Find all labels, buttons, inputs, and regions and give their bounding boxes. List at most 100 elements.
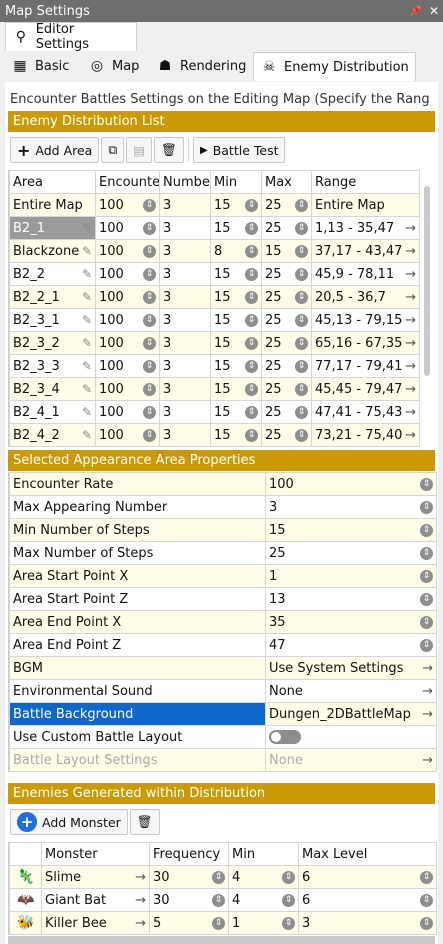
area-cell[interactable]: Entire Map — [9, 193, 96, 217]
property-row[interactable]: Battle Background Dungen_2DBattleMap → — [9, 702, 437, 726]
spin-icon[interactable]: ⇕ — [245, 290, 258, 304]
arrow-right-icon[interactable]: → — [405, 290, 416, 305]
value-cell[interactable]: 3 ⇕ — [298, 911, 437, 935]
table-row[interactable]: B2_4_1 ✎ 100 ⇕ 3 15 ⇕ 25 ⇕ 47,41 - 75,43 → — [9, 400, 420, 424]
value-cell[interactable]: 3 — [159, 285, 211, 309]
value-cell[interactable]: 15 ⇕ — [261, 239, 312, 263]
property-value-cell[interactable]: 47 ⇕ — [265, 633, 437, 657]
value-cell[interactable]: 25 ⇕ — [261, 400, 312, 424]
pencil-icon[interactable]: ✎ — [82, 244, 92, 258]
property-value-cell[interactable]: Dungen_2DBattleMap → — [265, 702, 437, 726]
column-header[interactable]: Area — [9, 170, 96, 194]
spin-icon[interactable]: ⇕ — [143, 290, 156, 304]
spin-icon[interactable]: ⇕ — [295, 198, 308, 212]
battle-test-button[interactable]: ▶ Battle Test — [192, 137, 286, 163]
tab-rendering[interactable]: ☗ Rendering — [150, 52, 253, 80]
value-cell[interactable]: 25 ⇕ — [261, 377, 312, 401]
area-cell[interactable]: B2_3_3 ✎ — [9, 354, 96, 378]
pencil-icon[interactable]: ✎ — [82, 382, 92, 396]
value-cell[interactable]: 15 ⇕ — [210, 262, 262, 286]
spin-icon[interactable]: ⇕ — [295, 359, 308, 373]
property-value-cell[interactable]: 1 ⇕ — [265, 564, 437, 588]
area-cell[interactable]: B2_4_1 ✎ — [9, 400, 96, 424]
spin-icon[interactable]: ⇕ — [420, 916, 433, 930]
property-row[interactable]: Max Appearing Number 3 ⇕ — [9, 495, 437, 519]
property-row[interactable]: Area End Point X 35 ⇕ — [9, 610, 437, 634]
add-monster-button[interactable]: + Add Monster — [10, 809, 128, 835]
value-cell[interactable]: 3 — [159, 193, 211, 217]
arrow-right-icon[interactable]: → — [405, 428, 416, 443]
column-header[interactable]: Monster — [41, 842, 150, 866]
spin-icon[interactable]: ⇕ — [245, 405, 258, 419]
spin-icon[interactable]: ⇕ — [420, 523, 433, 537]
spin-icon[interactable]: ⇕ — [295, 336, 308, 350]
delete-monster-button[interactable]: 🗑 — [129, 809, 160, 835]
value-cell[interactable]: 100 ⇕ — [95, 308, 160, 332]
arrow-right-icon[interactable]: → — [135, 893, 146, 908]
column-header[interactable]: Max Level — [298, 842, 437, 866]
spin-icon[interactable]: ⇕ — [245, 336, 258, 350]
value-cell[interactable]: 8 ⇕ — [210, 239, 262, 263]
value-cell[interactable]: 15 ⇕ — [210, 354, 262, 378]
range-cell[interactable]: 20,5 - 36,7 → — [311, 285, 420, 309]
tab-enemy-distribution[interactable]: ☠ Enemy Distribution — [253, 52, 416, 81]
value-cell[interactable]: 3 — [159, 423, 211, 447]
pencil-icon[interactable]: ✎ — [82, 290, 92, 304]
value-cell[interactable]: 15 ⇕ — [210, 331, 262, 355]
spin-icon[interactable]: ⇕ — [143, 198, 156, 212]
paste-button[interactable]: ▤ — [126, 137, 153, 163]
monster-name-cell[interactable]: Killer Bee → — [41, 911, 150, 935]
spin-icon[interactable]: ⇕ — [420, 500, 433, 514]
value-cell[interactable]: 30 ⇕ — [149, 865, 229, 889]
spin-icon[interactable]: ⇕ — [245, 428, 258, 442]
value-cell[interactable]: 25 ⇕ — [261, 423, 312, 447]
tab-basic[interactable]: ▦ Basic — [5, 52, 76, 80]
toggle-switch[interactable] — [269, 730, 301, 744]
arrow-right-icon[interactable]: → — [405, 244, 416, 259]
spin-icon[interactable]: ⇕ — [282, 916, 295, 930]
value-cell[interactable]: 6 ⇕ — [298, 888, 437, 912]
spin-icon[interactable]: ⇕ — [295, 313, 308, 327]
value-cell[interactable]: 15 ⇕ — [210, 423, 262, 447]
value-cell[interactable]: 3 — [159, 354, 211, 378]
value-cell[interactable]: 15 ⇕ — [210, 285, 262, 309]
table-row[interactable]: B2_3_2 ✎ 100 ⇕ 3 15 ⇕ 25 ⇕ 65,16 - 67,35 → — [9, 331, 420, 355]
property-row[interactable]: Battle Layout Settings None → — [9, 748, 437, 772]
table-row[interactable]: Blackzone ✎ 100 ⇕ 3 8 ⇕ 15 ⇕ 37,17 - 43,47 → — [9, 239, 420, 263]
table-row[interactable]: B2_3_3 ✎ 100 ⇕ 3 15 ⇕ 25 ⇕ 77,17 - 79,41 → — [9, 354, 420, 378]
property-value-cell[interactable]: Use System Settings → — [265, 656, 437, 680]
property-value-cell[interactable]: 15 ⇕ — [265, 518, 437, 542]
table-row[interactable]: B2_3_4 ✎ 100 ⇕ 3 15 ⇕ 25 ⇕ 45,45 - 79,47 → — [9, 377, 420, 401]
area-cell[interactable]: B2_3_1 ✎ — [9, 308, 96, 332]
spin-icon[interactable]: ⇕ — [420, 592, 433, 606]
value-cell[interactable]: 100 ⇕ — [95, 423, 160, 447]
value-cell[interactable]: 1 ⇕ — [228, 911, 299, 935]
tab-editor-settings[interactable]: ⚲ Editor Settings — [5, 22, 137, 52]
tab-map[interactable]: ◎ Map — [82, 52, 146, 80]
property-value-cell[interactable] — [265, 725, 437, 749]
property-value-cell[interactable]: None → — [265, 679, 437, 703]
value-cell[interactable]: 3 — [159, 331, 211, 355]
range-cell[interactable]: 45,13 - 79,15 → — [311, 308, 420, 332]
spin-icon[interactable]: ⇕ — [295, 267, 308, 281]
value-cell[interactable]: 25 ⇕ — [261, 216, 312, 240]
value-cell[interactable]: 25 ⇕ — [261, 308, 312, 332]
area-cell[interactable]: B2_3_2 ✎ — [9, 331, 96, 355]
value-cell[interactable]: 3 — [159, 400, 211, 424]
property-value-cell[interactable]: 3 ⇕ — [265, 495, 437, 519]
property-row[interactable]: Area Start Point Z 13 ⇕ — [9, 587, 437, 611]
table-row[interactable]: B2_3_1 ✎ 100 ⇕ 3 15 ⇕ 25 ⇕ 45,13 - 79,15 → — [9, 308, 420, 332]
value-cell[interactable]: 100 ⇕ — [95, 354, 160, 378]
property-row[interactable]: Encounter Rate 100 ⇕ — [9, 472, 437, 496]
arrow-right-icon[interactable]: → — [405, 313, 416, 328]
pencil-icon[interactable]: ✎ — [82, 313, 92, 327]
property-row[interactable]: Min Number of Steps 15 ⇕ — [9, 518, 437, 542]
spin-icon[interactable]: ⇕ — [143, 336, 156, 350]
spin-icon[interactable]: ⇕ — [143, 405, 156, 419]
range-cell[interactable]: 77,17 - 79,41 → — [311, 354, 420, 378]
column-header[interactable]: Min — [210, 170, 262, 194]
value-cell[interactable]: 4 ⇕ — [228, 865, 299, 889]
value-cell[interactable]: 15 ⇕ — [210, 377, 262, 401]
spin-icon[interactable]: ⇕ — [420, 477, 433, 491]
arrow-right-icon[interactable]: → — [405, 359, 416, 374]
